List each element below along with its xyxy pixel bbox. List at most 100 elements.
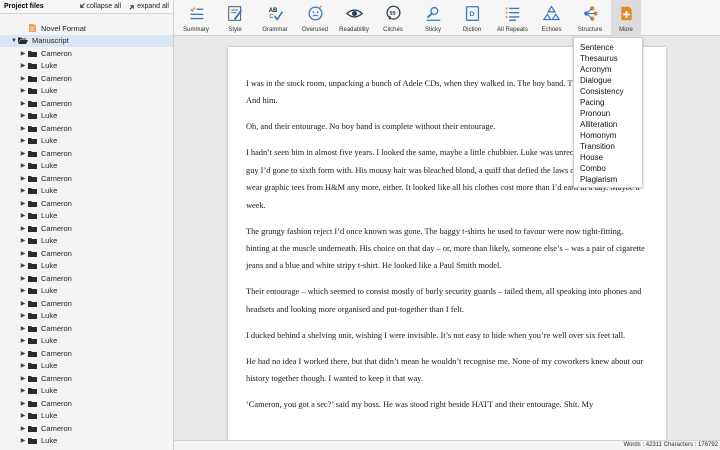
tool-grammar-button[interactable]: AB C Grammar: [255, 0, 295, 36]
menu-item-sentence[interactable]: Sentence: [574, 42, 642, 53]
tree-folder[interactable]: ▶ Luke: [0, 85, 173, 98]
tree-folder[interactable]: ▶ Luke: [0, 210, 173, 223]
paragraph[interactable]: He had no idea I worked there, but that …: [246, 353, 646, 388]
tree-folder[interactable]: ▶ Cameron: [0, 72, 173, 85]
tool-diction-button[interactable]: D Diction: [453, 0, 491, 36]
disclosure-closed-icon[interactable]: ▶: [19, 225, 27, 232]
tree-folder[interactable]: ▶ Cameron: [0, 172, 173, 185]
tree-folder[interactable]: ▶ Luke: [0, 260, 173, 273]
tree-folder[interactable]: ▶ Luke: [0, 235, 173, 248]
disclosure-closed-icon[interactable]: ▶: [19, 250, 27, 257]
menu-item-consistency[interactable]: Consistency: [574, 86, 642, 97]
collapse-all-button[interactable]: collapse all: [78, 3, 121, 10]
disclosure-closed-icon[interactable]: ▶: [19, 112, 27, 119]
tool-summary-button[interactable]: Summary: [177, 0, 215, 36]
disclosure-closed-icon[interactable]: ▶: [19, 125, 27, 132]
tool-more-button[interactable]: More: [611, 0, 641, 36]
disclosure-closed-icon[interactable]: ▶: [19, 337, 27, 344]
disclosure-closed-icon[interactable]: ▶: [19, 262, 27, 269]
tree-folder[interactable]: ▶ Cameron: [0, 272, 173, 285]
menu-item-homonym[interactable]: Homonym: [574, 130, 642, 141]
tree-folder[interactable]: ▶ Luke: [0, 185, 173, 198]
menu-item-thesaurus[interactable]: Thesaurus: [574, 53, 642, 64]
disclosure-closed-icon[interactable]: ▶: [19, 312, 27, 319]
paragraph[interactable]: The grungy fashion reject I’d once known…: [246, 223, 646, 275]
tool-style-button[interactable]: Style: [215, 0, 255, 36]
tree-folder[interactable]: ▶ Luke: [0, 435, 173, 448]
tree-folder[interactable]: ▶ Cameron: [0, 397, 173, 410]
tree-item-label: Cameron: [41, 123, 72, 133]
disclosure-open-icon[interactable]: ▼: [10, 38, 18, 44]
disclosure-closed-icon[interactable]: ▶: [19, 400, 27, 407]
tree-folder[interactable]: ▶ Luke: [0, 310, 173, 323]
tree-folder[interactable]: ▶ Cameron: [0, 322, 173, 335]
tree-folder[interactable]: ▶ Luke: [0, 410, 173, 423]
disclosure-closed-icon[interactable]: ▶: [19, 175, 27, 182]
tree-folder[interactable]: ▶ Luke: [0, 60, 173, 73]
disclosure-closed-icon[interactable]: ▶: [19, 350, 27, 357]
tool-readability-button[interactable]: Readability: [335, 0, 373, 36]
disclosure-closed-icon[interactable]: ▶: [19, 62, 27, 69]
disclosure-closed-icon[interactable]: ▶: [19, 137, 27, 144]
tree-folder[interactable]: ▶ Luke: [0, 160, 173, 173]
paragraph[interactable]: I ducked behind a shelving unit, wishing…: [246, 327, 646, 344]
menu-item-pacing[interactable]: Pacing: [574, 97, 642, 108]
disclosure-closed-icon[interactable]: ▶: [19, 362, 27, 369]
tool-structure-button[interactable]: Structure: [569, 0, 611, 36]
disclosure-closed-icon[interactable]: ▶: [19, 50, 27, 57]
tool-echoes-button[interactable]: Echoes: [534, 0, 569, 36]
disclosure-closed-icon[interactable]: ▶: [19, 162, 27, 169]
tree-folder[interactable]: ▶ Cameron: [0, 297, 173, 310]
disclosure-closed-icon[interactable]: ▶: [19, 237, 27, 244]
tree-folder[interactable]: ▶ Luke: [0, 385, 173, 398]
menu-item-house[interactable]: House: [574, 152, 642, 163]
menu-item-acronym[interactable]: Acronym: [574, 64, 642, 75]
disclosure-closed-icon[interactable]: ▶: [19, 387, 27, 394]
tree-folder[interactable]: ▶ Cameron: [0, 97, 173, 110]
disclosure-closed-icon[interactable]: ▶: [19, 150, 27, 157]
menu-item-alliteration[interactable]: Alliteration: [574, 119, 642, 130]
tree-folder[interactable]: ▶ Cameron: [0, 147, 173, 160]
disclosure-closed-icon[interactable]: ▶: [19, 275, 27, 282]
tree-folder[interactable]: ▶ Cameron: [0, 222, 173, 235]
disclosure-closed-icon[interactable]: ▶: [19, 300, 27, 307]
expand-all-button[interactable]: expand all: [129, 3, 169, 10]
menu-item-combo[interactable]: Combo: [574, 163, 642, 174]
disclosure-closed-icon[interactable]: ▶: [19, 325, 27, 332]
paragraph[interactable]: Their entourage – which seemed to consis…: [246, 283, 646, 318]
tree-folder[interactable]: ▶ Luke: [0, 335, 173, 348]
tree-file[interactable]: Novel Format: [0, 22, 173, 35]
tool-overused-button[interactable]: Overused: [295, 0, 335, 36]
tree-folder[interactable]: ▶ Cameron: [0, 347, 173, 360]
disclosure-closed-icon[interactable]: ▶: [19, 375, 27, 382]
disclosure-closed-icon[interactable]: ▶: [19, 425, 27, 432]
menu-item-plagiarism[interactable]: Plagiarism: [574, 174, 642, 185]
disclosure-closed-icon[interactable]: ▶: [19, 437, 27, 444]
tree-folder[interactable]: ▶ Cameron: [0, 247, 173, 260]
disclosure-closed-icon[interactable]: ▶: [19, 412, 27, 419]
tool-sticky-button[interactable]: Sticky: [413, 0, 453, 36]
menu-item-dialogue[interactable]: Dialogue: [574, 75, 642, 86]
tree-folder[interactable]: ▶ Cameron: [0, 372, 173, 385]
disclosure-closed-icon[interactable]: ▶: [19, 200, 27, 207]
tree-folder[interactable]: ▶ Luke: [0, 285, 173, 298]
menu-item-transition[interactable]: Transition: [574, 141, 642, 152]
tree-folder[interactable]: ▶ Cameron: [0, 422, 173, 435]
tree-folder[interactable]: ▶ Cameron: [0, 197, 173, 210]
disclosure-closed-icon[interactable]: ▶: [19, 100, 27, 107]
tool-clich-s-button[interactable]: 99 Clichés: [373, 0, 413, 36]
disclosure-closed-icon[interactable]: ▶: [19, 212, 27, 219]
disclosure-closed-icon[interactable]: ▶: [19, 287, 27, 294]
tree-folder[interactable]: ▶ Cameron: [0, 47, 173, 60]
tree-folder[interactable]: ▼ Manuscript: [0, 34, 173, 47]
tree-folder[interactable]: ▶ Luke: [0, 135, 173, 148]
tree-folder[interactable]: ▶ Luke: [0, 110, 173, 123]
disclosure-closed-icon[interactable]: ▶: [19, 75, 27, 82]
disclosure-closed-icon[interactable]: ▶: [19, 87, 27, 94]
disclosure-closed-icon[interactable]: ▶: [19, 187, 27, 194]
tool-all-repeats-button[interactable]: All Repeats: [491, 0, 534, 36]
paragraph[interactable]: ‘Cameron, you got a sec?’ said my boss. …: [246, 396, 646, 413]
tree-folder[interactable]: ▶ Luke: [0, 360, 173, 373]
menu-item-pronoun[interactable]: Pronoun: [574, 108, 642, 119]
tree-folder[interactable]: ▶ Cameron: [0, 122, 173, 135]
